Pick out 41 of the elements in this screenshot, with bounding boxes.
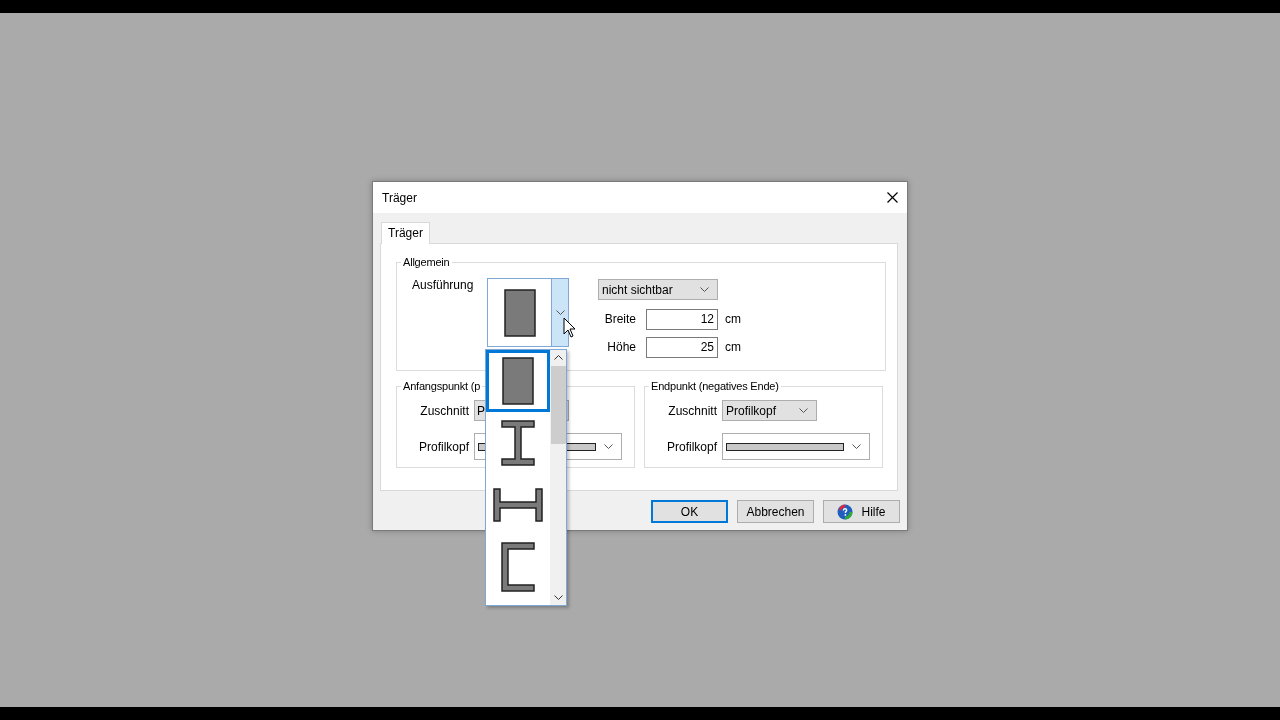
help-button[interactable]: Hilfe xyxy=(823,500,900,523)
group-title: Endpunkt (negatives Ende) xyxy=(650,380,780,392)
scroll-up-icon[interactable] xyxy=(553,354,563,360)
field-label: Profilkopf xyxy=(417,439,470,454)
field-label: Zuschnitt xyxy=(419,403,470,418)
unit-label: cm xyxy=(725,312,741,326)
field-label: Profilkopf xyxy=(665,439,718,454)
group-title: Allgemein xyxy=(402,256,451,268)
unit-label: cm xyxy=(725,340,741,354)
i-beam-profile-icon xyxy=(501,420,535,466)
scrollbar-thumb[interactable] xyxy=(550,366,566,444)
dialog-button[interactable]: OK xyxy=(651,500,728,523)
field-label: Zuschnitt xyxy=(667,403,718,418)
window-title: Träger xyxy=(382,190,418,205)
rectangle-profile-icon xyxy=(502,357,534,405)
help-icon xyxy=(837,503,854,520)
scrollbar[interactable] xyxy=(550,350,566,605)
rectangle-profile-icon xyxy=(503,288,536,337)
channel-profile-icon xyxy=(501,542,535,592)
dropdown[interactable] xyxy=(722,433,870,460)
profile-dropdown[interactable] xyxy=(487,278,569,347)
close-icon[interactable] xyxy=(887,192,898,203)
tab[interactable]: Träger xyxy=(381,222,430,244)
field-label: Ausführung xyxy=(412,278,474,292)
chevron-down-icon xyxy=(604,443,613,450)
mouse-pointer-icon xyxy=(563,317,576,338)
scroll-down-icon[interactable] xyxy=(553,595,563,601)
chevron-down-icon xyxy=(852,443,861,450)
dialog-button[interactable]: Abbrechen xyxy=(737,500,814,523)
list-option[interactable] xyxy=(486,350,550,412)
input-field[interactable]: 25 xyxy=(646,336,718,358)
field-label: Breite xyxy=(603,312,637,326)
chevron-down-icon xyxy=(799,407,808,414)
dropdown[interactable]: nicht sichtbar xyxy=(598,279,718,300)
chevron-down-icon xyxy=(700,286,709,293)
dropdown[interactable]: Profilkopf xyxy=(722,400,817,421)
chevron-down-icon xyxy=(555,309,565,316)
field-label: Höhe xyxy=(606,340,637,354)
group-title: Anfangspunkt (p xyxy=(402,380,482,392)
h-beam-profile-icon xyxy=(493,488,543,522)
input-field[interactable]: 12 xyxy=(646,308,718,330)
